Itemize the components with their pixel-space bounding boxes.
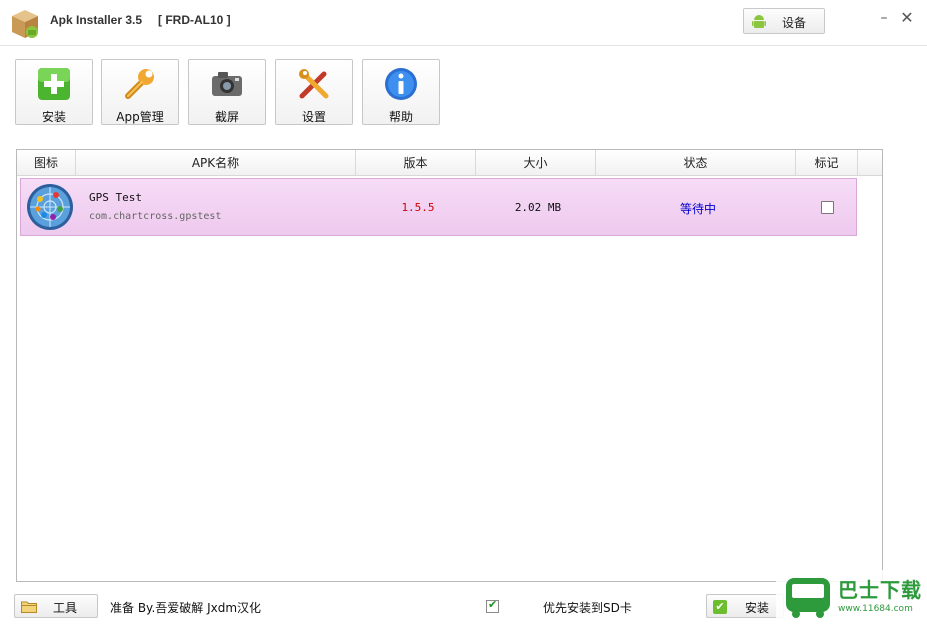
settings-toolbar-label: 设置 [301, 110, 326, 124]
apk-status: 等待中 [679, 202, 716, 216]
minimize-button[interactable]: – [876, 8, 892, 28]
sd-card-priority-label[interactable]: 优先安装到SD卡 [543, 599, 632, 616]
column-header-status[interactable]: 状态 [596, 150, 796, 176]
check-icon: ✔ [713, 600, 727, 614]
status-text: 准备 By.吾爱破解 Jxdm汉化 [110, 601, 262, 615]
help-toolbar-label: 帮助 [388, 110, 413, 124]
apk-size: 2.02 MB [514, 201, 562, 214]
device-button-label: 设备 [782, 16, 807, 30]
screenshot-toolbar-label: 截屏 [214, 110, 239, 124]
info-icon [385, 68, 417, 100]
close-button[interactable]: ✕ [899, 8, 915, 28]
watermark-text: 巴士下载 [838, 578, 922, 602]
app-manage-toolbar-label: App管理 [116, 110, 164, 124]
folder-icon [21, 601, 37, 613]
mark-checkbox[interactable] [821, 201, 834, 214]
column-header-name[interactable]: APK名称 [76, 150, 356, 176]
install-button-label: 安装 [745, 601, 770, 615]
help-toolbar-button[interactable]: 帮助 [362, 59, 440, 125]
checkmark-icon: ✔ [488, 598, 498, 611]
app-title: Apk Installer 3.5 [50, 13, 143, 27]
settings-toolbar-button[interactable]: 设置 [275, 59, 353, 125]
screenshot-toolbar-button[interactable]: 截屏 [188, 59, 266, 125]
tools-button[interactable]: 工具 [14, 594, 98, 618]
camera-icon [212, 72, 242, 96]
column-header-version[interactable]: 版本 [356, 150, 476, 176]
device-name: [ FRD-AL10 ] [158, 13, 231, 27]
watermark: 巴士下载 www.11684.com [776, 570, 927, 624]
android-icon [752, 15, 766, 28]
apk-name: GPS Test [89, 191, 142, 204]
apk-version: 1.5.5 [401, 201, 435, 214]
column-header-icon[interactable]: 图标 [17, 150, 76, 176]
device-button[interactable]: 设备 [743, 8, 825, 34]
install-button[interactable]: ✔ 安装 [706, 594, 784, 618]
wrench-icon [125, 69, 154, 99]
tools-button-label: 工具 [53, 601, 78, 615]
gps-radar-icon [27, 184, 73, 230]
tools-icon [299, 69, 329, 99]
watermark-url: www.11684.com [838, 604, 913, 614]
install-toolbar-label: 安装 [41, 110, 66, 124]
apk-box-logo-icon [12, 10, 38, 38]
column-header-size[interactable]: 大小 [476, 150, 596, 176]
sd-card-priority-checkbox[interactable]: ✔ [486, 598, 499, 613]
table-header: 图标 APK名称 版本 大小 状态 标记 [17, 150, 882, 176]
install-toolbar-button[interactable]: 安装 [15, 59, 93, 125]
apk-package: com.chartcross.gpstest [89, 211, 222, 222]
bus-logo-icon [786, 578, 830, 618]
app-manage-toolbar-button[interactable]: App管理 [101, 59, 179, 125]
column-header-mark[interactable]: 标记 [796, 150, 858, 176]
install-plus-icon [38, 68, 70, 100]
